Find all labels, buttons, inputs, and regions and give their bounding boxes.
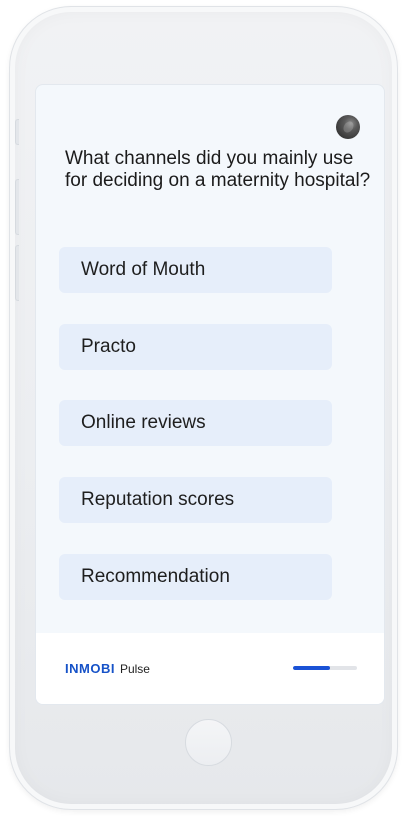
option-practo[interactable]: Practo (59, 324, 332, 370)
survey-screen: What channels did you mainly use for dec… (35, 84, 385, 705)
brand-product-name: Pulse (119, 662, 150, 676)
home-button[interactable] (185, 719, 232, 766)
inmobi-logo: INMOBI (65, 661, 115, 676)
option-word-of-mouth[interactable]: Word of Mouth (59, 247, 332, 293)
survey-footer: INMOBI Pulse (36, 633, 384, 704)
option-recommendation[interactable]: Recommendation (59, 554, 332, 600)
brand: INMOBI Pulse (65, 661, 150, 676)
stage: What channels did you mainly use for dec… (0, 0, 405, 816)
option-online-reviews[interactable]: Online reviews (59, 400, 332, 446)
progress-bar (293, 666, 357, 670)
mute-switch (15, 119, 19, 145)
volume-up-button (15, 179, 19, 235)
close-icon[interactable] (336, 115, 360, 139)
progress-fill (293, 666, 331, 670)
volume-down-button (15, 245, 19, 301)
option-reputation-scores[interactable]: Reputation scores (59, 477, 332, 523)
survey-question: What channels did you mainly use for dec… (65, 148, 371, 191)
